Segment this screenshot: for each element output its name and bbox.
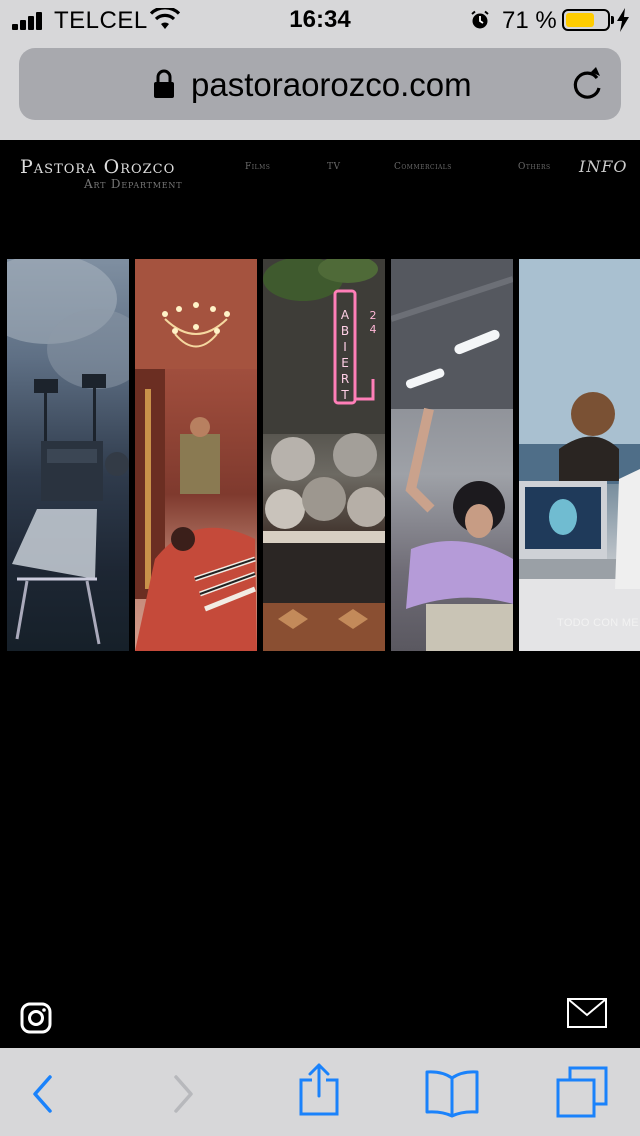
svg-text:4: 4: [370, 323, 377, 336]
nav-info[interactable]: INFO: [579, 157, 628, 176]
site-logo-subtitle: Art Department: [84, 177, 183, 191]
film-set-illustration: [7, 259, 129, 645]
alarm-icon: [471, 10, 489, 29]
battery-icon: [562, 9, 614, 31]
computer-desk-illustration: [519, 259, 640, 651]
panel-film-set[interactable]: [7, 259, 129, 651]
share-icon[interactable]: [298, 1062, 340, 1116]
chandelier-room-illustration: [135, 259, 257, 651]
svg-text:B: B: [341, 324, 349, 338]
svg-text:A: A: [341, 308, 350, 322]
svg-text:T: T: [340, 388, 349, 402]
battery-percent: 71 %: [502, 7, 557, 34]
svg-text:E: E: [341, 356, 349, 370]
forward-icon[interactable]: [170, 1074, 196, 1114]
nav-commercials[interactable]: Commercials: [394, 162, 452, 172]
site-header: Pastora Orozco Art Department Films TV C…: [0, 140, 640, 200]
battery-fill: [566, 13, 594, 27]
charging-bolt-icon: [617, 8, 629, 32]
panel-caption: TODO CON ME: [557, 617, 639, 629]
neon-disco-illustration: A B I E R T 2 4: [263, 259, 385, 651]
panel-neon-disco[interactable]: A B I E R T 2 4: [263, 259, 385, 651]
site-logo-name[interactable]: Pastora Orozco: [20, 156, 175, 178]
url-text[interactable]: pastoraorozco.com: [191, 66, 472, 104]
instagram-icon[interactable]: [20, 1002, 52, 1034]
browser-toolbar: [0, 1048, 640, 1136]
nav-films[interactable]: Films: [245, 162, 270, 172]
mail-icon[interactable]: [567, 998, 607, 1028]
panel-chandelier-room[interactable]: [135, 259, 257, 651]
nav-tv[interactable]: TV: [327, 162, 341, 172]
browser-top-chrome: TELCEL 16:34 71 % pastoraorozco.com: [0, 0, 640, 140]
bookmarks-icon[interactable]: [424, 1068, 480, 1118]
panel-dancer[interactable]: [391, 259, 513, 651]
reload-icon[interactable]: [569, 64, 605, 104]
svg-text:I: I: [343, 340, 347, 354]
project-gallery: A B I E R T 2 4 TODO CON ME: [0, 259, 640, 651]
panel-computer-desk[interactable]: TODO CON ME: [519, 259, 640, 651]
url-bar[interactable]: pastoraorozco.com: [19, 48, 621, 120]
dancer-illustration: [391, 259, 513, 651]
nav-others[interactable]: Others: [518, 162, 551, 172]
svg-text:R: R: [341, 372, 349, 386]
status-bar: TELCEL 16:34 71 %: [0, 0, 640, 40]
back-icon[interactable]: [30, 1074, 56, 1114]
tabs-icon[interactable]: [556, 1066, 610, 1118]
lock-icon: [154, 69, 174, 98]
svg-text:2: 2: [370, 309, 377, 322]
